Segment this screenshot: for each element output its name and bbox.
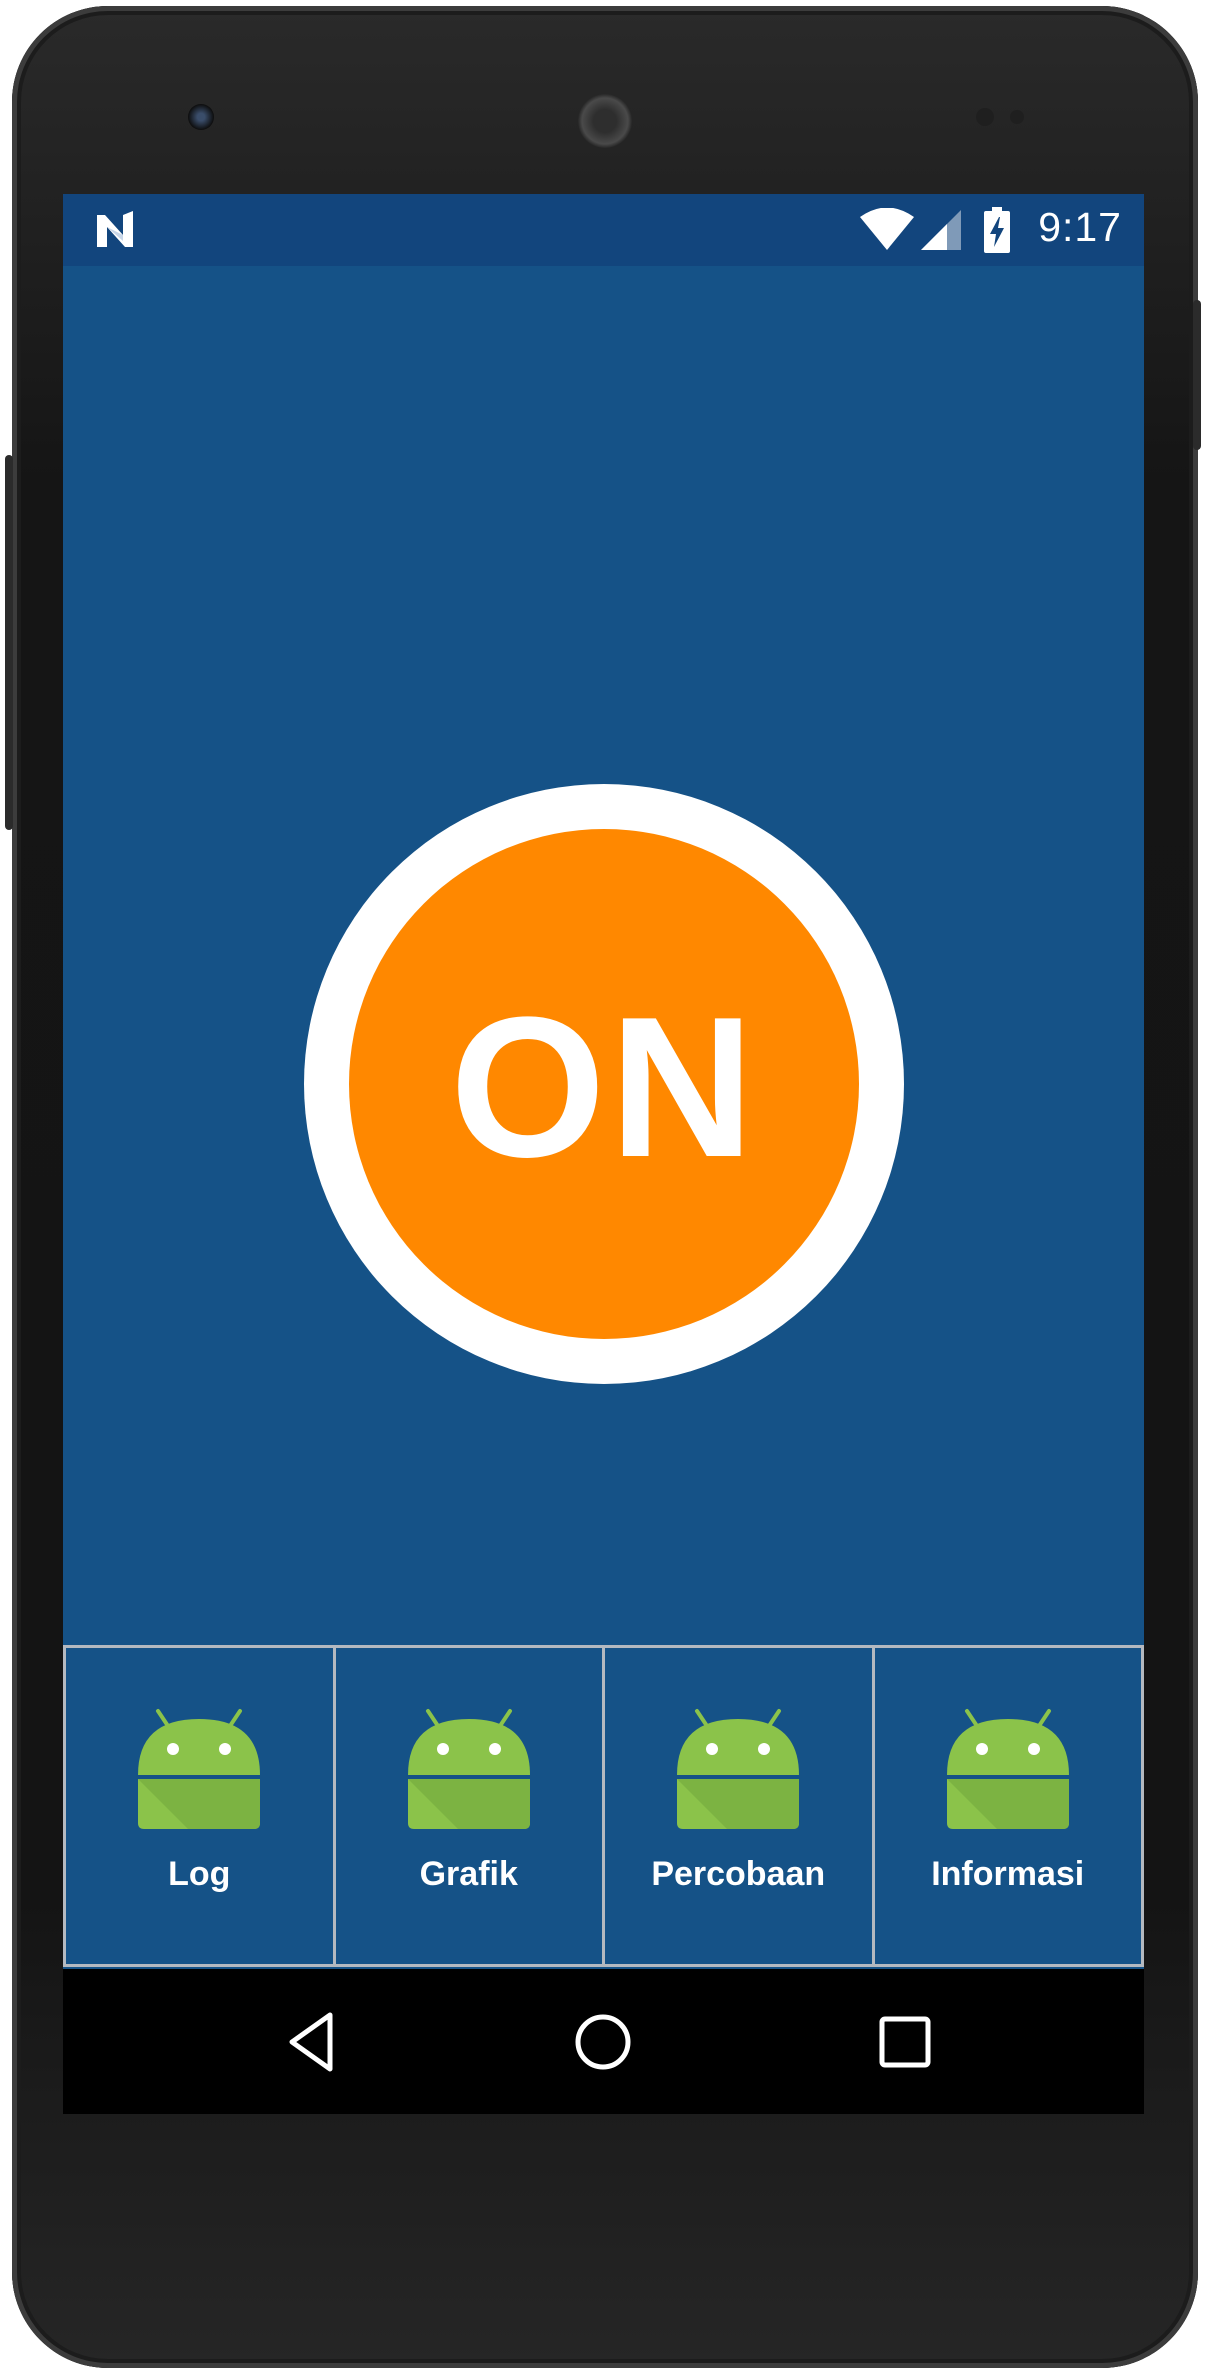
android-icon <box>407 1709 530 1829</box>
battery-charging-icon <box>984 207 1010 253</box>
power-button-label: ON <box>450 976 758 1199</box>
menu-item-log[interactable]: Log <box>63 1648 333 1964</box>
power-toggle-button[interactable]: ON <box>304 784 904 1384</box>
bottom-menu: Log Grafik Percobaan Informasi <box>63 1645 1144 1967</box>
status-time: 9:17 <box>1038 204 1122 250</box>
menu-item-informasi[interactable]: Informasi <box>871 1648 1144 1964</box>
nougat-n-icon <box>97 211 133 247</box>
menu-item-label: Grafik <box>419 1855 518 1893</box>
navigation-bar <box>63 1969 1144 2114</box>
menu-item-label: Informasi <box>931 1855 1085 1893</box>
power-key <box>1193 300 1201 450</box>
menu-item-grafik[interactable]: Grafik <box>332 1648 603 1964</box>
menu-item-percobaan[interactable]: Percobaan <box>602 1648 872 1964</box>
earpiece-speaker <box>578 94 632 148</box>
status-bar: 9:17 <box>63 194 1144 266</box>
proximity-sensor <box>976 108 994 126</box>
android-icon <box>138 1709 261 1829</box>
cellular-signal-icon <box>921 210 961 250</box>
android-icon <box>946 1709 1069 1829</box>
screen: 9:17 ON Log Grafik Percobaan Informasi <box>63 194 1144 2114</box>
front-camera <box>188 104 214 130</box>
volume-key <box>5 455 13 830</box>
menu-item-label: Percobaan <box>651 1855 826 1893</box>
android-icon <box>677 1709 800 1829</box>
back-icon[interactable] <box>276 2005 350 2079</box>
menu-item-label: Log <box>168 1855 231 1893</box>
recents-icon[interactable] <box>868 2005 942 2079</box>
power-button-fill: ON <box>349 829 859 1339</box>
light-sensor <box>1010 110 1024 124</box>
wifi-icon <box>860 208 914 250</box>
home-icon[interactable] <box>566 2005 640 2079</box>
